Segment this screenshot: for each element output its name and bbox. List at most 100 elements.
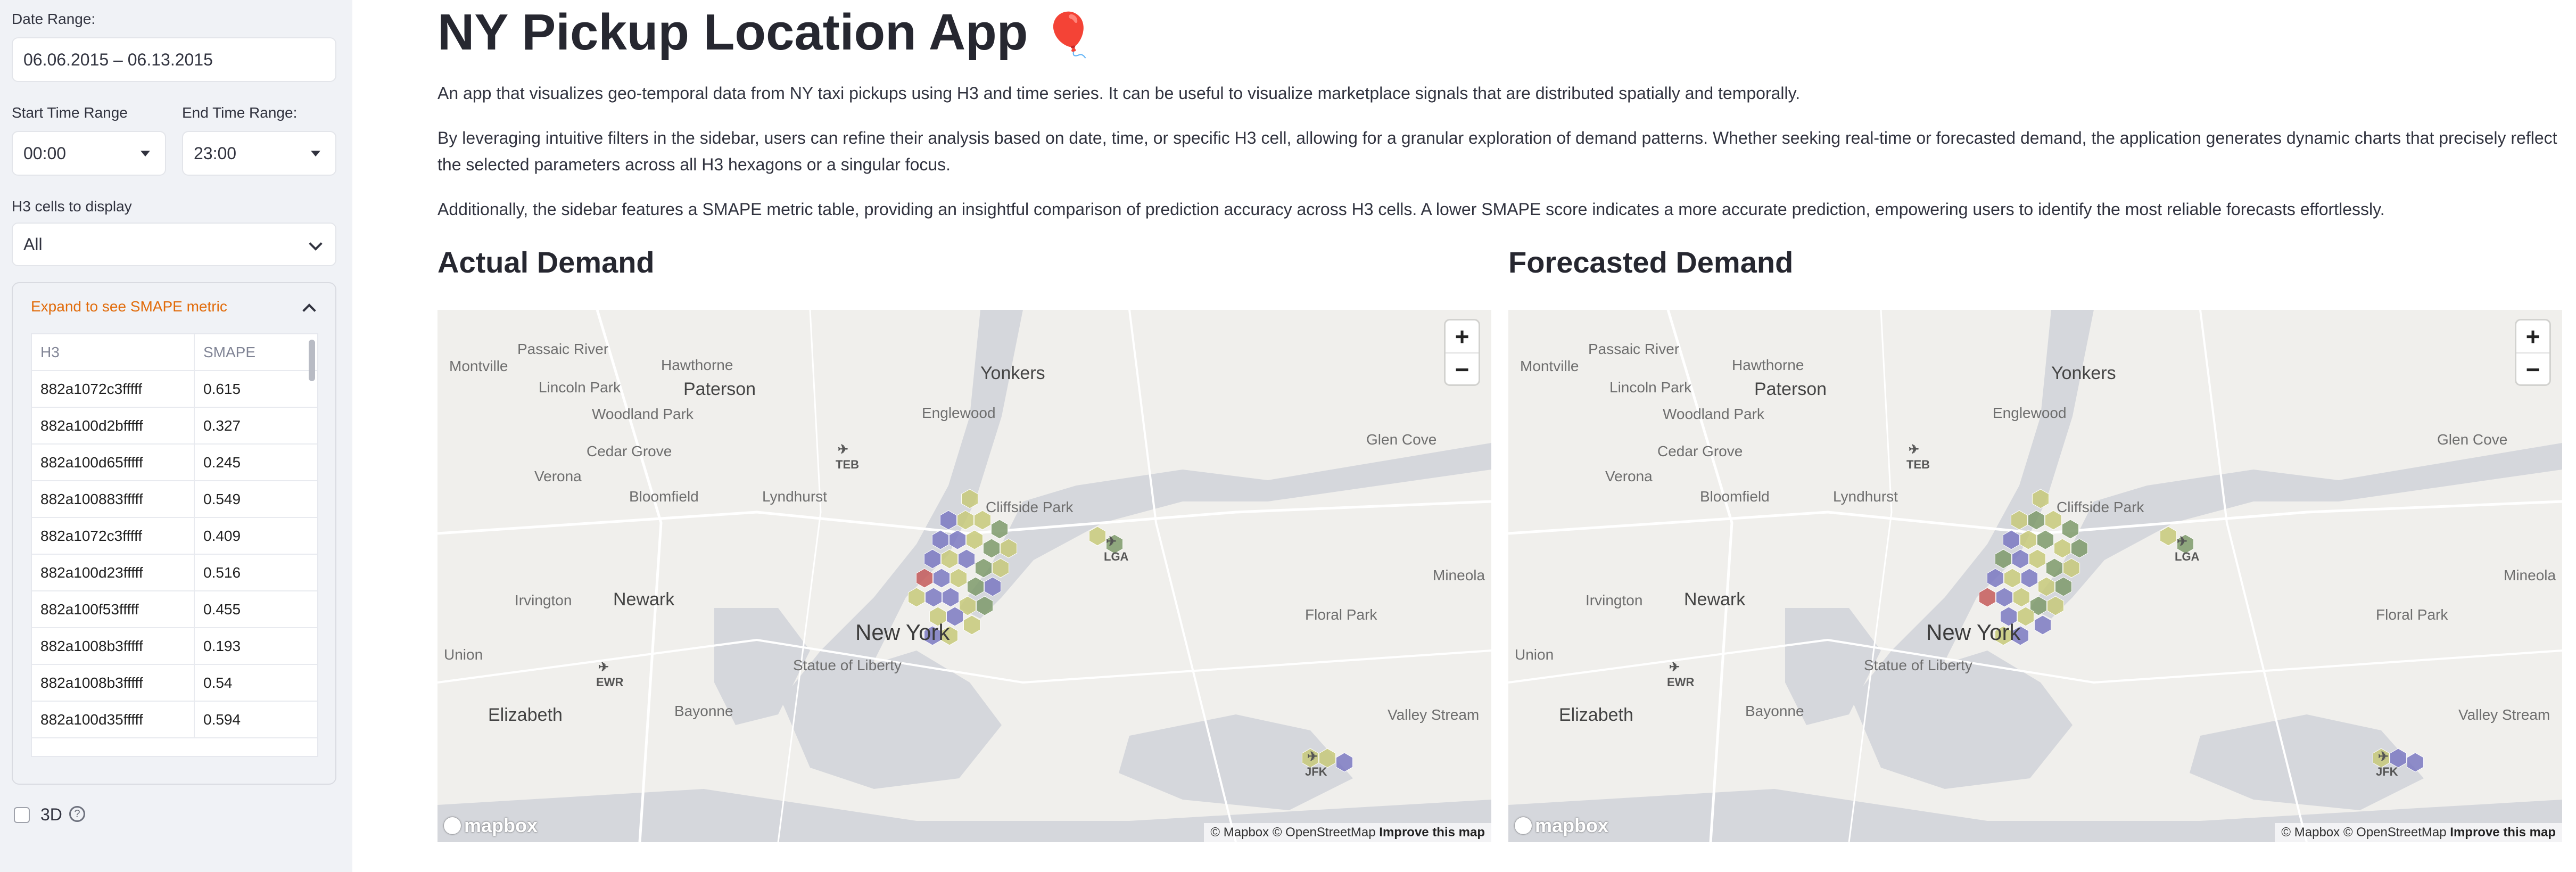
h3-cell: 882a1072c3fffff	[32, 518, 195, 554]
smape-cell: 0.455	[203, 600, 241, 618]
airport-label-jfk: JFK	[2376, 749, 2398, 779]
table-row[interactable]: 882a1072c3fffff 0.409	[32, 518, 317, 555]
mapbox-logo[interactable]: mapbox	[444, 815, 538, 837]
h3-cell: 882a100d2bfffff	[32, 408, 195, 443]
h3-hexagon	[2061, 519, 2079, 539]
zoom-control: + −	[2516, 320, 2549, 384]
map-label-verona: Verona	[534, 468, 582, 484]
h3-hexagon	[950, 568, 968, 588]
zoom-control: + −	[1446, 320, 1479, 384]
h3-hexagon	[2028, 549, 2046, 569]
attribution-text[interactable]: © Mapbox © OpenStreetMap	[2281, 825, 2446, 840]
map-label-verona: Verona	[1605, 468, 1653, 484]
table-row[interactable]: 882a1072c3fffff 0.615	[32, 371, 317, 408]
improve-map-link[interactable]: Improve this map	[2450, 825, 2556, 840]
column-header-smape[interactable]: SMAPE	[195, 344, 255, 361]
mapbox-logo-text: mapbox	[464, 815, 538, 836]
airport-label-ewr: EWR	[596, 660, 623, 689]
airport-label-lga: LGA	[2175, 534, 2199, 564]
end-time-value: 23:00	[194, 143, 237, 163]
map-attribution: © Mapbox © OpenStreetMap Improve this ma…	[1204, 823, 1491, 842]
smape-cell: 0.615	[203, 380, 241, 397]
table-row[interactable]: 882a100f53fffff 0.455	[32, 591, 317, 628]
h3-hexagon	[2020, 568, 2038, 588]
table-scrollbar[interactable]	[309, 340, 315, 381]
map-label-statue: Statue of Liberty	[793, 657, 902, 673]
actual-demand-map[interactable]: Montville Passaic River Lincoln Park Paters…	[437, 310, 1491, 842]
table-row[interactable]: 882a100d23fffff 0.516	[32, 555, 317, 591]
map-label-floral-park: Floral Park	[2376, 606, 2448, 623]
page-title-text: NY Pickup Location App	[437, 4, 1028, 61]
map-label-lyndhurst: Lyndhurst	[1833, 488, 1898, 505]
smape-cell: 0.193	[203, 637, 241, 654]
balloon-icon: 🎈	[1042, 11, 1095, 59]
table-row[interactable]: 882a1008b3fffff 0.193	[32, 628, 317, 665]
mapbox-logo[interactable]: mapbox	[1515, 815, 1608, 837]
h3-cells-label: H3 cells to display	[12, 198, 132, 215]
map-label-mineola: Mineola	[1433, 567, 1485, 583]
table-body: 882a1072c3fffff 0.615 882a100d2bfffff 0.327…	[32, 371, 317, 738]
map-label-englewood: Englewood	[1993, 405, 2067, 421]
forecasted-demand-map[interactable]: Montville Passaic River Lincoln Park Paters…	[1508, 310, 2562, 842]
map-label-hawthorne: Hawthorne	[1732, 357, 1804, 373]
airport-label-ewr: EWR	[1667, 660, 1694, 689]
road	[437, 638, 1491, 684]
mapbox-logo-text: mapbox	[1535, 815, 1609, 836]
zoom-in-button[interactable]: +	[2516, 320, 2549, 352]
h3-hexagon	[2003, 568, 2021, 588]
map-label-elizabeth: Elizabeth	[1559, 705, 1633, 725]
date-range-input[interactable]: 06.06.2015 – 06.13.2015	[12, 37, 336, 82]
map-label-union: Union	[1515, 646, 1554, 663]
map-label-irvington: Irvington	[1586, 592, 1643, 608]
zoom-out-button[interactable]: −	[1446, 352, 1479, 385]
smape-table: H3 SMAPE 882a1072c3fffff 0.615 882a100d2bf…	[31, 333, 318, 757]
table-row[interactable]: 882a100d65fffff 0.245	[32, 445, 317, 481]
h3-cell: 882a100f53fffff	[32, 591, 195, 627]
improve-map-link[interactable]: Improve this map	[1379, 825, 1485, 840]
date-range-value: 06.06.2015 – 06.13.2015	[23, 50, 213, 69]
map-label-lincoln-park: Lincoln Park	[539, 379, 621, 396]
airport-label-jfk: JFK	[1305, 749, 1327, 779]
map-label-cliffside-park: Cliffside Park	[2057, 499, 2144, 515]
help-icon[interactable]: ?	[69, 806, 85, 822]
table-row[interactable]: 882a100d2bfffff 0.327	[32, 408, 317, 445]
caret-down-icon	[311, 151, 320, 157]
road	[1508, 638, 2562, 684]
caret-down-icon	[141, 151, 150, 157]
smape-cell: 0.594	[203, 711, 241, 728]
map-label-cedar-grove: Cedar Grove	[1657, 443, 1743, 459]
h3-cell: 882a100d35fffff	[32, 702, 195, 737]
map-label-bayonne: Bayonne	[1745, 703, 1804, 719]
map-label-new-york: New York	[855, 620, 950, 645]
chevron-up-icon[interactable]	[302, 303, 316, 317]
table-row[interactable]: 882a100883fffff 0.549	[32, 481, 317, 518]
zoom-in-button[interactable]: +	[1446, 320, 1479, 352]
h3-hexagon	[990, 519, 1009, 539]
h3-hexagon	[942, 587, 960, 607]
h3-hexagon	[2159, 526, 2177, 546]
start-time-value: 00:00	[23, 143, 67, 163]
end-time-select[interactable]: 23:00	[182, 131, 336, 176]
h3-hexagon	[1088, 526, 1107, 546]
h3-cell: 882a1072c3fffff	[32, 371, 195, 407]
mapbox-logo-icon	[1515, 817, 1532, 834]
map-label-paterson: Paterson	[683, 379, 756, 399]
column-header-h3[interactable]: H3	[32, 334, 195, 370]
map-label-cedar-grove: Cedar Grove	[587, 443, 672, 459]
intro-paragraph: An app that visualizes geo-temporal data…	[437, 84, 1801, 103]
table-header: H3 SMAPE	[32, 334, 317, 371]
map-label-yonkers: Yonkers	[980, 363, 1045, 383]
start-time-select[interactable]: 00:00	[12, 131, 166, 176]
zoom-out-button[interactable]: −	[2516, 352, 2549, 385]
smape-expander-title[interactable]: Expand to see SMAPE metric	[31, 298, 227, 315]
table-row[interactable]: 882a1008b3fffff 0.54	[32, 665, 317, 702]
attribution-text[interactable]: © Mapbox © OpenStreetMap	[1210, 825, 1375, 840]
3d-checkbox[interactable]	[14, 807, 30, 823]
h3-hexagon	[1995, 587, 2013, 607]
h3-cells-select[interactable]: All	[12, 223, 336, 266]
h3-cell: 882a100d65fffff	[32, 445, 195, 480]
smape-cell: 0.245	[203, 454, 241, 471]
map-label-montville: Montville	[449, 358, 508, 374]
table-row[interactable]: 882a100d35fffff 0.594	[32, 702, 317, 738]
map-label-valley-stream: Valley Stream	[1388, 706, 1480, 723]
